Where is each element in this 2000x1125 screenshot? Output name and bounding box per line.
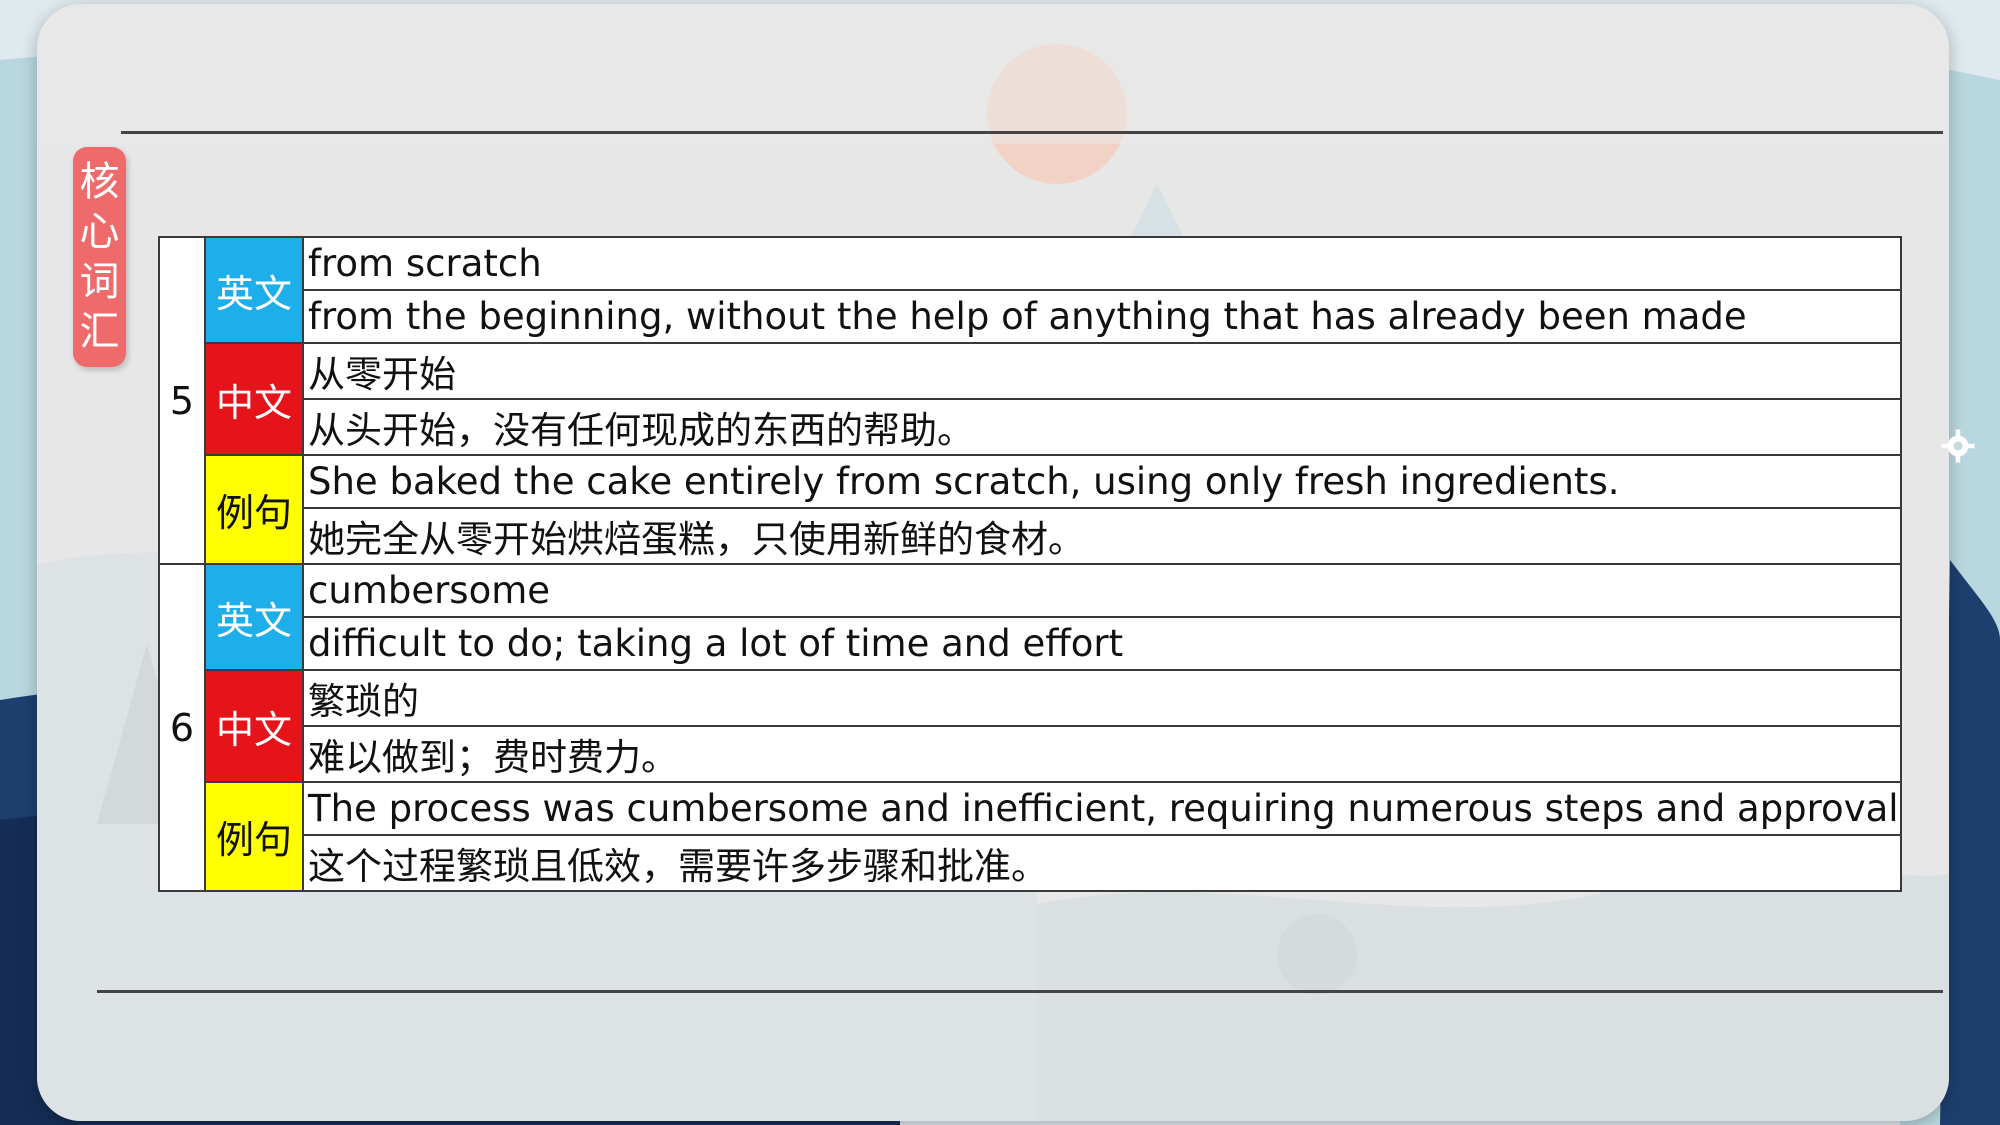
section-label-char: 核 bbox=[79, 159, 120, 205]
chinese-tag: 中文 bbox=[204, 669, 304, 783]
table-row: 她完全从零开始烘焙蛋糕，只使用新鲜的食材。 bbox=[159, 507, 1902, 565]
english-definition: from the beginning, without the help of … bbox=[302, 289, 1902, 344]
gear-icon bbox=[1941, 429, 1975, 463]
english-word: from scratch bbox=[302, 236, 1902, 291]
chinese-word: 从零开始 bbox=[302, 342, 1902, 400]
table-row: 中文 从零开始 bbox=[159, 342, 1902, 456]
example-chinese: 她完全从零开始烘焙蛋糕，只使用新鲜的食材。 bbox=[302, 507, 1902, 565]
example-tag: 例句 bbox=[204, 781, 304, 892]
table-row: 从头开始，没有任何现成的东西的帮助。 bbox=[159, 398, 1902, 456]
entry-number: 5 bbox=[158, 236, 206, 565]
chinese-definition: 难以做到；费时费力。 bbox=[302, 725, 1902, 783]
vocabulary-table: 5 英文 from scratch from the beginning, wi… bbox=[158, 236, 1902, 892]
chinese-definition: 从头开始，没有任何现成的东西的帮助。 bbox=[302, 398, 1902, 456]
section-label-core-vocabulary: 核 心 词 汇 bbox=[73, 147, 126, 367]
table-row: 5 英文 from scratch bbox=[158, 236, 1902, 565]
chinese-tag: 中文 bbox=[204, 342, 304, 456]
bottom-divider bbox=[97, 990, 1943, 993]
entry-number: 6 bbox=[158, 563, 206, 892]
table-row: difficult to do; taking a lot of time an… bbox=[159, 616, 1902, 671]
chinese-word: 繁琐的 bbox=[302, 669, 1902, 727]
example-english: She baked the cake entirely from scratch… bbox=[302, 454, 1902, 509]
english-tag: 英文 bbox=[204, 236, 304, 344]
english-tag: 英文 bbox=[204, 563, 304, 671]
example-english: The process was cumbersome and inefficie… bbox=[302, 781, 1902, 836]
table-row: 这个过程繁琐且低效，需要许多步骤和批准。 bbox=[159, 834, 1902, 892]
section-label-char: 词 bbox=[79, 259, 120, 305]
section-label-char: 心 bbox=[79, 209, 120, 255]
table-row: 难以做到；费时费力。 bbox=[159, 725, 1902, 783]
table-row: 中文 繁琐的 bbox=[159, 669, 1902, 783]
top-divider bbox=[121, 131, 1943, 134]
example-tag: 例句 bbox=[204, 454, 304, 565]
table-row: 例句 The process was cumbersome and ineffi… bbox=[159, 781, 1902, 892]
section-label-char: 汇 bbox=[79, 309, 120, 355]
english-word: cumbersome bbox=[302, 563, 1902, 618]
english-definition: difficult to do; taking a lot of time an… bbox=[302, 616, 1902, 671]
table-row: from the beginning, without the help of … bbox=[159, 289, 1902, 344]
table-row: 例句 She baked the cake entirely from scra… bbox=[159, 454, 1902, 565]
example-chinese: 这个过程繁琐且低效，需要许多步骤和批准。 bbox=[302, 834, 1902, 892]
table-row: 6 英文 cumbersome bbox=[158, 563, 1902, 892]
